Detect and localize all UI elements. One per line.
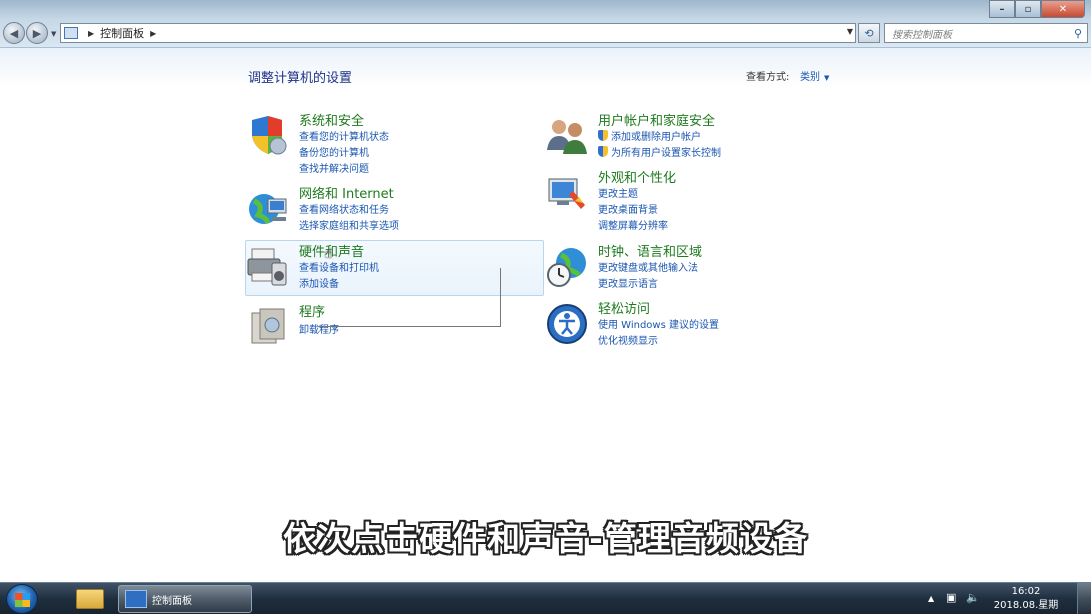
arrow-left-icon: ◀ — [9, 26, 19, 40]
tray-expand-icon[interactable]: ▲ — [928, 594, 934, 603]
volume-icon[interactable]: 🔈 — [966, 591, 980, 604]
view-by-dropdown[interactable]: 类别 ▼ — [800, 68, 829, 83]
clock-globe-icon — [547, 248, 586, 287]
view-by-value[interactable]: 类别 — [800, 72, 820, 83]
address-bar[interactable]: ▶ 控制面板 ▶ ▼ — [60, 23, 856, 43]
category-appearance: 外观和个性化 更改主题 更改桌面背景 调整屏幕分辨率 — [545, 167, 845, 232]
monitor-paint-icon — [548, 178, 585, 209]
link-change-background[interactable]: 更改桌面背景 — [598, 201, 658, 216]
window-controls: – ▫ ✕ — [989, 0, 1085, 18]
link-windows-suggested-settings[interactable]: 使用 Windows 建议的设置 — [598, 316, 719, 331]
link-parental-controls[interactable]: 为所有用户设置家长控制 — [598, 144, 721, 159]
clock-date: 2018.08.星期四 — [993, 600, 1059, 611]
arrow-right-icon: ▶ — [32, 26, 42, 40]
taskbar-task-label: 控制面板 — [152, 595, 192, 607]
refresh-icon: ⟲ — [864, 26, 874, 40]
back-button[interactable]: ◀ — [3, 22, 25, 44]
category-ease-of-access: 轻松访问 使用 Windows 建议的设置 优化视频显示 — [545, 298, 845, 348]
uac-shield-icon — [598, 130, 608, 141]
close-button[interactable]: ✕ — [1041, 0, 1085, 18]
category-title[interactable]: 用户帐户和家庭安全 — [598, 110, 715, 129]
link-change-theme[interactable]: 更改主题 — [598, 185, 638, 200]
category-title[interactable]: 时钟、语言和区域 — [598, 241, 702, 260]
users-icon — [547, 120, 587, 154]
link-change-input-methods[interactable]: 更改键盘或其他输入法 — [598, 259, 698, 274]
link-label[interactable]: 为所有用户设置家长控制 — [611, 148, 721, 159]
video-subtitle: 依次点击硬件和声音-管理音频设备 — [283, 519, 808, 558]
breadcrumb-chevron-icon[interactable]: ▶ — [150, 29, 156, 38]
mouse-pointer-icon: ☝ — [324, 246, 333, 262]
minimize-button[interactable]: – — [989, 0, 1015, 18]
start-button[interactable] — [6, 584, 38, 614]
tooltip-outline — [318, 268, 501, 327]
page-title: 调整计算机的设置 — [248, 71, 353, 86]
recent-pages-dropdown[interactable]: ▼ — [51, 30, 56, 38]
chevron-down-icon: ▼ — [824, 74, 830, 82]
breadcrumb-chevron-icon[interactable]: ▶ — [88, 29, 94, 38]
search-icon[interactable]: ⚲ — [1074, 27, 1082, 40]
link-add-remove-accounts[interactable]: 添加或删除用户帐户 — [598, 128, 701, 143]
programs-box-icon — [251, 308, 285, 344]
clock-time: 16:02 — [1011, 586, 1041, 597]
network-icon[interactable]: ▣ — [946, 591, 956, 604]
view-by-label: 查看方式: — [746, 72, 790, 83]
taskbar: 控制面板 ▲ ▣ 🔈 16:02 2018.08.星期四 — [0, 582, 1091, 614]
uac-shield-icon — [598, 146, 608, 157]
link-view-computer-status[interactable]: 查看您的计算机状态 — [299, 128, 389, 143]
folder-icon — [76, 589, 104, 609]
refresh-button[interactable]: ⟲ — [858, 23, 880, 43]
search-input[interactable]: 搜索控制面板 — [892, 26, 1074, 41]
shield-icon — [252, 116, 287, 155]
category-user-accounts: 用户帐户和家庭安全 添加或删除用户帐户 为所有用户设置家长控制 — [545, 110, 845, 160]
taskbar-control-panel-button[interactable]: 控制面板 — [118, 585, 252, 613]
globe-network-icon — [249, 194, 287, 224]
search-box[interactable]: 搜索控制面板 ⚲ — [884, 23, 1088, 43]
category-clock-language-region: 时钟、语言和区域 更改键盘或其他输入法 更改显示语言 — [545, 241, 845, 291]
forward-button[interactable]: ▶ — [26, 22, 48, 44]
address-dropdown-icon[interactable]: ▼ — [847, 27, 853, 36]
category-title[interactable]: 轻松访问 — [598, 298, 650, 317]
category-title[interactable]: 系统和安全 — [299, 110, 364, 129]
link-network-status[interactable]: 查看网络状态和任务 — [299, 201, 389, 216]
taskbar-explorer-button[interactable] — [70, 585, 110, 613]
category-title[interactable]: 网络和 Internet — [299, 183, 394, 202]
control-panel-icon — [125, 590, 147, 608]
category-system-security: 系统和安全 查看您的计算机状态 备份您的计算机 查找并解决问题 — [246, 110, 536, 175]
link-label[interactable]: 添加或删除用户帐户 — [611, 132, 701, 143]
tray-clock[interactable]: 16:02 2018.08.星期四 — [992, 585, 1060, 614]
window-toolbar: – ▫ ✕ ◀ ▶ ▼ ▶ 控制面板 ▶ ▼ ⟲ 搜索控制面板 ⚲ — [0, 0, 1091, 48]
link-adjust-resolution[interactable]: 调整屏幕分辨率 — [598, 217, 668, 232]
printer-speaker-icon — [247, 248, 287, 286]
link-troubleshoot[interactable]: 查找并解决问题 — [299, 160, 369, 175]
link-optimize-display[interactable]: 优化视频显示 — [598, 332, 658, 347]
maximize-button[interactable]: ▫ — [1015, 0, 1041, 18]
show-desktop-button[interactable] — [1077, 583, 1091, 614]
link-backup-computer[interactable]: 备份您的计算机 — [299, 144, 369, 159]
windows-logo-icon — [15, 593, 30, 607]
content-pane: 调整计算机的设置 查看方式: 类别 ▼ 系统和安全 查看您的计算机状态 备份您的计… — [0, 48, 1091, 582]
control-panel-icon — [64, 27, 78, 39]
link-homegroup-sharing[interactable]: 选择家庭组和共享选项 — [299, 217, 399, 232]
link-change-display-language[interactable]: 更改显示语言 — [598, 275, 658, 290]
category-title[interactable]: 外观和个性化 — [598, 167, 676, 186]
ease-of-access-icon — [547, 304, 587, 344]
breadcrumb-control-panel[interactable]: 控制面板 — [100, 25, 144, 41]
category-network: 网络和 Internet 查看网络状态和任务 选择家庭组和共享选项 — [246, 183, 536, 233]
